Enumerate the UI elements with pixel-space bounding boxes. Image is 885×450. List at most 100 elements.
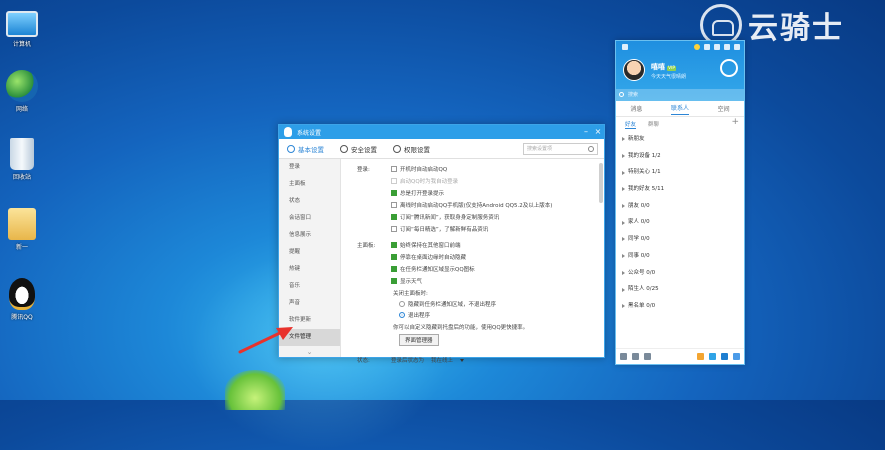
arrow-shaft (238, 330, 284, 354)
skin-icon[interactable] (704, 44, 710, 50)
option-always-on-top[interactable]: 始终保持在其他窗口前端 (391, 241, 461, 249)
checkbox[interactable] (391, 202, 397, 208)
settings-tabs: 基本设置 安全设置 权限设置 搜索设置项 (279, 139, 604, 159)
list-item[interactable]: 朋友 0/0 (616, 198, 744, 215)
tab-messages[interactable]: 消息 (630, 104, 642, 113)
app-manager-icon[interactable] (733, 353, 740, 360)
checkbox[interactable] (391, 242, 397, 248)
avatar[interactable] (623, 59, 645, 81)
list-item[interactable]: 特别关心 1/1 (616, 164, 744, 181)
nickname: 嘻嘻 VIP (651, 62, 677, 72)
gear-icon (287, 144, 295, 153)
qq-subtabs: 好友 群聊 + (616, 117, 744, 131)
radio-hide-to-tray[interactable]: 隐藏到任务栏通知区域，不退出程序 (399, 300, 496, 308)
signature[interactable]: 今天天气很晴朗 (651, 73, 686, 80)
minimize-icon[interactable]: – (580, 125, 592, 139)
checkbox[interactable] (391, 190, 397, 196)
menu-icon[interactable] (620, 353, 627, 360)
option-label: 离线时自动启动QQ手机版(仅支持Android QQ5.2及以上版本) (400, 203, 553, 209)
nav-item-info-display[interactable]: 信息展示 (279, 227, 340, 244)
desktop-icon-recycle-bin[interactable]: 回收站 (2, 138, 42, 181)
close-icon[interactable] (734, 44, 740, 50)
checkbox[interactable] (391, 166, 397, 172)
nav-item-music[interactable]: 音乐 (279, 278, 340, 295)
search-icon[interactable] (588, 146, 594, 152)
settings-search-input[interactable]: 搜索设置项 (523, 143, 598, 155)
nav-item-hotkeys[interactable]: 热键 (279, 261, 340, 278)
app-icon-mail[interactable] (721, 353, 728, 360)
settings-icon[interactable] (714, 44, 720, 50)
list-item[interactable]: 同学 0/0 (616, 231, 744, 248)
option-tray-icon[interactable]: 在任务栏通知区域显示QQ图标 (391, 265, 475, 273)
list-item[interactable]: 黑名单 0/0 (616, 298, 744, 315)
lock-icon (393, 144, 401, 153)
option-auto-login: 启动QQ时为我自动登录 (391, 177, 458, 185)
settings-scrollbar[interactable] (599, 163, 603, 203)
nav-item-chat-window[interactable]: 会话窗口 (279, 210, 340, 227)
login-state-value: 我在线上 (431, 358, 454, 364)
list-item[interactable]: 同事 0/0 (616, 248, 744, 265)
subtab-friends[interactable]: 好友 (625, 120, 637, 129)
chevron-right-icon (622, 220, 625, 225)
star-icon[interactable] (694, 44, 700, 50)
option-mobile-qq[interactable]: 离线时自动启动QQ手机版(仅支持Android QQ5.2及以上版本) (391, 201, 552, 209)
group-label: 朋友 0/0 (628, 202, 650, 209)
radio-button[interactable] (399, 301, 405, 307)
list-item[interactable]: 陌生人 0/25 (616, 281, 744, 298)
nav-item-status[interactable]: 状态 (279, 193, 340, 210)
login-state-select[interactable]: 登录后状态为 我在线上 (391, 356, 465, 364)
option-show-weather[interactable]: 显示天气 (391, 277, 422, 285)
minimize-icon[interactable] (724, 44, 730, 50)
option-label: 订阅“腾讯新闻”，获取身身定制服务资讯 (400, 215, 500, 221)
desktop-icon-network[interactable]: 网络 (2, 70, 42, 113)
option-login-tips[interactable]: 总是打开登录提示 (391, 189, 444, 197)
nav-item-sound[interactable]: 声音 (279, 295, 340, 312)
app-icon-orange[interactable] (697, 353, 704, 360)
subtab-groups[interactable]: 群聊 (648, 120, 659, 128)
checkbox[interactable] (391, 266, 397, 272)
desktop-icon-computer[interactable]: 计算机 (2, 8, 42, 48)
option-label: 始终保持在其他窗口前端 (400, 243, 461, 249)
list-item[interactable]: 我的设备 1/2 (616, 148, 744, 165)
list-item[interactable]: 我的好友 5/11 (616, 181, 744, 198)
vip-badge: VIP (667, 66, 677, 71)
checkbox[interactable] (391, 226, 397, 232)
checkbox[interactable] (391, 254, 397, 260)
nav-item-login[interactable]: 登录 (279, 159, 340, 176)
checkbox[interactable] (391, 278, 397, 284)
checkbox[interactable] (391, 214, 397, 220)
close-icon[interactable]: × (592, 125, 604, 139)
nav-item-reminder[interactable]: 提醒 (279, 244, 340, 261)
interface-manager-button[interactable]: 界面管理器 (399, 334, 439, 346)
settings-title-bar[interactable]: 系统设置 – × (279, 125, 604, 139)
option-label: 在任务栏通知区域显示QQ图标 (400, 267, 475, 273)
tab-permission-settings[interactable]: 权限设置 (393, 144, 430, 154)
tab-basic-settings[interactable]: 基本设置 (287, 144, 324, 154)
close-panel-label-text: 关闭主面板时: (393, 291, 428, 297)
radio-button[interactable] (399, 312, 405, 318)
desktop-icon-label: 网络 (15, 106, 28, 113)
option-label: 退出程序 (408, 313, 431, 319)
tab-contacts[interactable]: 联系人 (670, 103, 689, 115)
add-icon[interactable]: + (731, 117, 739, 127)
qq-search-input[interactable]: 搜索 (616, 89, 744, 101)
game-icon[interactable] (644, 353, 651, 360)
tab-space[interactable]: 空间 (718, 104, 730, 113)
list-item[interactable]: 家人 0/0 (616, 214, 744, 231)
radio-exit-program[interactable]: 退出程序 (399, 311, 430, 319)
option-daily-picks[interactable]: 订阅“每日精选”，了解新鲜有品资讯 (391, 225, 488, 233)
sun-weather-icon[interactable] (720, 59, 738, 77)
tab-security-settings[interactable]: 安全设置 (340, 144, 377, 154)
qq-penguin-icon (9, 278, 35, 310)
option-auto-hide[interactable]: 停靠在桌面边缘时自动隐藏 (391, 253, 466, 261)
contacts-manager-icon[interactable] (632, 353, 639, 360)
list-item[interactable]: 新朋友 (616, 131, 744, 148)
desktop-icon-qq[interactable]: 腾讯QQ (2, 278, 42, 321)
app-icon-blue[interactable] (709, 353, 716, 360)
nav-item-main-panel[interactable]: 主面板 (279, 176, 340, 193)
option-tencent-news[interactable]: 订阅“腾讯新闻”，获取身身定制服务资讯 (391, 213, 499, 221)
list-item[interactable]: 公众号 0/0 (616, 265, 744, 282)
option-auto-start[interactable]: 开机时自动启动QQ (391, 165, 447, 173)
checkbox (391, 178, 397, 184)
desktop-icon-folder[interactable]: 新一 (2, 208, 42, 251)
